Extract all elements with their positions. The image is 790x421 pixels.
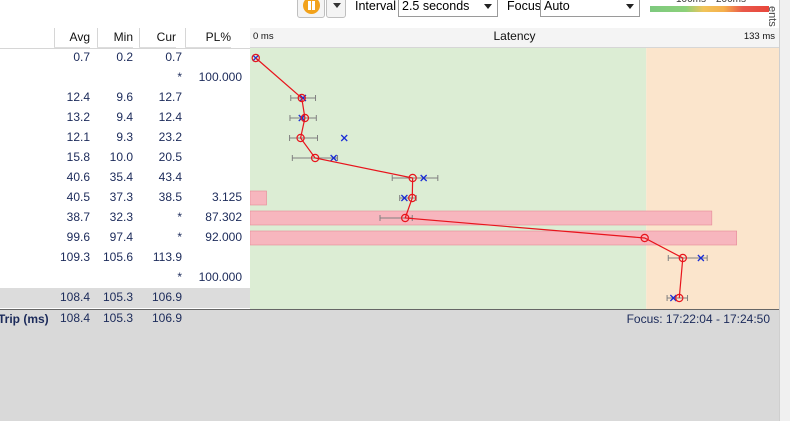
column-header-cur[interactable]: Cur <box>139 28 176 48</box>
hop-min-cell: 0.2 <box>116 50 133 64</box>
hop-pl-cell <box>185 127 242 147</box>
hop-cur-cell: 113.9 <box>152 250 182 264</box>
hop-avg-cell: 13.2 <box>66 110 90 124</box>
hop-min-cell: 105.3 <box>102 290 133 304</box>
hop-min-cell: 9.6 <box>116 90 133 104</box>
column-header-pl[interactable]: PL% <box>185 28 231 48</box>
hop-cur-cell: * <box>177 270 182 284</box>
hop-cur-cell: 0.7 <box>165 50 182 64</box>
hop-min-cell: 9.3 <box>116 130 133 144</box>
latency-chart <box>250 48 779 309</box>
hop-min-cell: 10.0 <box>109 150 133 164</box>
hop-cur-cell: * <box>177 70 182 84</box>
side-panel-tab[interactable]: ents <box>766 0 790 421</box>
hop-cur-cell: 38.5 <box>158 190 182 204</box>
hop-cur-cell: * <box>177 210 182 224</box>
packet-loss-bar <box>250 210 713 226</box>
pause-icon <box>303 0 320 14</box>
hop-avg-cell <box>54 267 90 287</box>
hop-cur-cell: 23.2 <box>158 130 182 144</box>
hop-cur-cell: 43.4 <box>158 170 182 184</box>
hop-cur-cell: * <box>177 230 182 244</box>
hop-pl-cell <box>185 167 242 187</box>
hop-pl-cell <box>185 107 242 127</box>
hop-avg-cell: 38.7 <box>66 210 90 224</box>
focus-select[interactable]: Auto <box>540 0 640 17</box>
hop-min-cell: 35.4 <box>109 170 133 184</box>
chevron-down-icon <box>333 3 341 8</box>
footer-avg: 108.4 <box>59 311 90 325</box>
hop-min-cell: 9.4 <box>116 110 133 124</box>
hop-avg-cell: 15.8 <box>66 150 90 164</box>
axis-max-label: 133 ms <box>743 31 775 42</box>
pause-button[interactable] <box>297 0 325 18</box>
hop-pl-cell: 92.000 <box>205 230 242 244</box>
toolbar: Interval 2.5 seconds Focus Auto 100ms 20… <box>0 0 790 28</box>
chart-title: Latency <box>493 29 536 43</box>
hop-pl-cell <box>185 147 242 167</box>
focus-value: Auto <box>544 0 570 13</box>
focus-label: Focus <box>507 0 542 13</box>
interval-select[interactable]: 2.5 seconds <box>398 0 498 17</box>
hop-pl-cell <box>185 247 242 267</box>
hop-pl-cell: 100.000 <box>198 70 242 84</box>
hop-avg-cell: 108.4 <box>59 290 90 304</box>
hop-avg-cell: 40.6 <box>66 170 90 184</box>
column-header-avg[interactable]: Avg <box>54 28 90 48</box>
chevron-down-icon <box>626 4 634 9</box>
hop-avg-cell: 109.3 <box>59 250 90 264</box>
latency-zone-good <box>250 48 647 309</box>
hop-min-cell: 37.3 <box>109 190 133 204</box>
footer-cur: 106.9 <box>151 311 182 325</box>
options-dropdown-button[interactable] <box>326 0 346 18</box>
packet-loss-bar <box>250 230 737 246</box>
hop-pl-cell: 100.000 <box>198 270 242 284</box>
focus-time-range: Focus: 17:22:04 - 17:24:50 <box>626 312 770 326</box>
hop-pl-cell: 87.302 <box>205 210 242 224</box>
hop-avg-cell: 99.6 <box>66 230 90 244</box>
hop-avg-cell: 12.4 <box>66 90 90 104</box>
hop-avg-cell: 0.7 <box>73 50 90 64</box>
hop-min-cell: 105.6 <box>102 250 133 264</box>
latency-zone-warning <box>646 48 779 309</box>
latency-color-legend <box>650 6 769 12</box>
round-trip-footer: Trip (ms) 108.4 105.3 106.9 Focus: 17:22… <box>0 309 779 330</box>
footer-label: Trip (ms) <box>0 312 49 326</box>
side-panel-label: ents <box>766 6 778 27</box>
hop-min-cell <box>97 267 133 287</box>
packet-loss-bar <box>250 190 267 206</box>
footer-min: 105.3 <box>102 311 133 325</box>
hop-cur-cell: 12.7 <box>158 90 182 104</box>
hop-pl-cell <box>185 47 242 67</box>
hop-pl-cell <box>185 87 242 107</box>
latency-chart-header: 0 ms Latency 133 ms <box>250 28 779 48</box>
hop-cur-cell: 20.5 <box>158 150 182 164</box>
interval-value: 2.5 seconds <box>402 0 470 13</box>
hop-min-cell <box>97 67 133 87</box>
hop-min-cell: 32.3 <box>109 210 133 224</box>
legend-200ms-label: 200ms <box>716 0 746 5</box>
hop-avg-cell <box>54 67 90 87</box>
hop-min-cell: 97.4 <box>109 230 133 244</box>
hop-avg-cell: 40.5 <box>66 190 90 204</box>
interval-label: Interval <box>355 0 396 13</box>
column-header-min[interactable]: Min <box>97 28 133 48</box>
hop-pl-cell <box>185 287 242 307</box>
legend-100ms-label: 100ms <box>676 0 706 5</box>
hop-cur-cell: 12.4 <box>158 110 182 124</box>
trace-grid: Avg Min Cur PL% 0 ms Latency 133 ms 0.7 0… <box>0 28 779 309</box>
hop-cur-cell: 106.9 <box>151 290 182 304</box>
hop-pl-cell: 3.125 <box>211 190 242 204</box>
chevron-down-icon <box>484 4 492 9</box>
hop-avg-cell: 12.1 <box>66 130 90 144</box>
